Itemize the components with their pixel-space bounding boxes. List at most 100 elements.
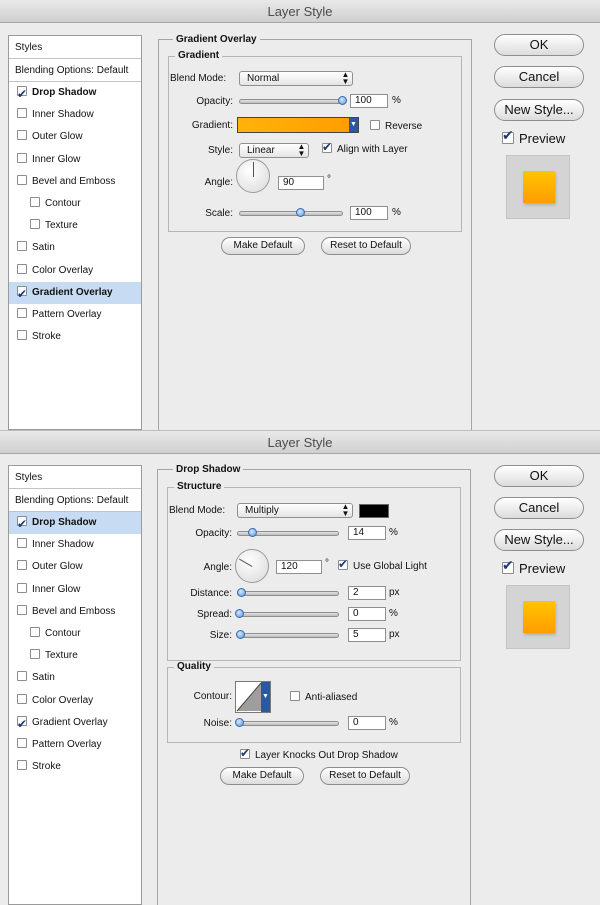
- pattern-overlay-checkbox[interactable]: [17, 307, 27, 318]
- size-slider[interactable]: [236, 630, 339, 639]
- style-item-stroke[interactable]: Stroke: [9, 756, 141, 778]
- color-overlay-checkbox[interactable]: [17, 693, 27, 704]
- style-item-drop-shadow[interactable]: Drop Shadow: [9, 512, 141, 535]
- use-global-light-option[interactable]: Use Global Light: [338, 557, 427, 572]
- reverse-option[interactable]: Reverse: [370, 120, 422, 132]
- blending-options-item[interactable]: Blending Options: Default: [9, 489, 141, 512]
- preview-checkbox[interactable]: [502, 558, 514, 574]
- stroke-checkbox[interactable]: [17, 760, 27, 771]
- style-item-color-overlay[interactable]: Color Overlay: [9, 690, 141, 712]
- opacity-input[interactable]: 14: [348, 526, 386, 540]
- pattern-overlay-checkbox[interactable]: [17, 737, 27, 748]
- gradient-picker[interactable]: ▼: [237, 117, 359, 133]
- anti-aliased-option[interactable]: Anti-aliased: [290, 691, 357, 703]
- drop-shadow-checkbox[interactable]: [17, 83, 27, 105]
- contour-checkbox[interactable]: [30, 196, 40, 207]
- blend-mode-select[interactable]: Normal ▲ ▼: [239, 71, 353, 86]
- stroke-checkbox[interactable]: [17, 330, 27, 341]
- style-item-satin[interactable]: Satin: [9, 237, 141, 259]
- reset-to-default-button[interactable]: Reset to Default: [321, 237, 411, 255]
- inner-glow-checkbox[interactable]: [17, 152, 27, 163]
- dropdown-arrow-icon[interactable]: ▼: [261, 682, 270, 712]
- spread-slider-knob[interactable]: [235, 609, 244, 618]
- angle-dial[interactable]: [235, 549, 269, 583]
- cancel-button[interactable]: Cancel: [494, 66, 584, 88]
- style-item-inner-shadow[interactable]: Inner Shadow: [9, 104, 141, 126]
- reset-to-default-button[interactable]: Reset to Default: [320, 767, 410, 785]
- preview-checkbox[interactable]: [502, 128, 514, 144]
- style-item-color-overlay[interactable]: Color Overlay: [9, 260, 141, 282]
- align-with-layer-checkbox[interactable]: [322, 140, 332, 154]
- bevel-emboss-checkbox[interactable]: [17, 604, 27, 615]
- style-item-contour[interactable]: Contour: [9, 623, 141, 645]
- style-item-contour[interactable]: Contour: [9, 193, 141, 215]
- gradient-style-select[interactable]: Linear ▲ ▼: [239, 143, 309, 158]
- inner-shadow-checkbox[interactable]: [17, 108, 27, 119]
- style-item-inner-glow[interactable]: Inner Glow: [9, 149, 141, 171]
- cancel-button[interactable]: Cancel: [494, 497, 584, 519]
- opacity-slider-knob[interactable]: [338, 96, 347, 105]
- reverse-checkbox[interactable]: [370, 120, 380, 130]
- style-item-bevel-emboss[interactable]: Bevel and Emboss: [9, 171, 141, 193]
- noise-slider[interactable]: [235, 718, 339, 727]
- style-item-gradient-overlay[interactable]: Gradient Overlay: [9, 712, 141, 735]
- distance-slider-knob[interactable]: [237, 588, 246, 597]
- gradient-overlay-checkbox[interactable]: [17, 713, 27, 735]
- satin-checkbox[interactable]: [17, 241, 27, 252]
- outer-glow-checkbox[interactable]: [17, 560, 27, 571]
- noise-slider-knob[interactable]: [235, 718, 244, 727]
- style-item-outer-glow[interactable]: Outer Glow: [9, 556, 141, 578]
- satin-checkbox[interactable]: [17, 671, 27, 682]
- style-item-satin[interactable]: Satin: [9, 667, 141, 689]
- style-item-bevel-emboss[interactable]: Bevel and Emboss: [9, 601, 141, 623]
- shadow-color-swatch[interactable]: [359, 504, 389, 518]
- scale-input[interactable]: 100: [350, 206, 388, 220]
- inner-shadow-checkbox[interactable]: [17, 538, 27, 549]
- texture-checkbox[interactable]: [30, 219, 40, 230]
- gradient-overlay-checkbox[interactable]: [17, 283, 27, 305]
- style-item-inner-shadow[interactable]: Inner Shadow: [9, 534, 141, 556]
- ok-button[interactable]: OK: [494, 465, 584, 487]
- contour-picker[interactable]: ▼: [235, 681, 271, 713]
- style-item-texture[interactable]: Texture: [9, 645, 141, 667]
- blend-mode-select[interactable]: Multiply ▲ ▼: [237, 503, 353, 518]
- layer-knocks-out-checkbox[interactable]: [240, 746, 250, 760]
- style-item-gradient-overlay[interactable]: Gradient Overlay: [9, 281, 141, 305]
- spread-input[interactable]: 0: [348, 607, 386, 621]
- texture-checkbox[interactable]: [30, 649, 40, 660]
- make-default-button[interactable]: Make Default: [221, 237, 305, 255]
- scale-slider[interactable]: [239, 208, 343, 217]
- opacity-slider-knob[interactable]: [248, 528, 257, 537]
- styles-header[interactable]: Styles: [9, 466, 141, 489]
- style-item-outer-glow[interactable]: Outer Glow: [9, 126, 141, 148]
- size-input[interactable]: 5: [348, 628, 386, 642]
- blending-options-item[interactable]: Blending Options: Default: [9, 59, 141, 82]
- opacity-slider[interactable]: [237, 528, 339, 537]
- drop-shadow-checkbox[interactable]: [17, 513, 27, 535]
- style-item-inner-glow[interactable]: Inner Glow: [9, 579, 141, 601]
- preview-option[interactable]: Preview: [502, 558, 565, 576]
- spread-slider[interactable]: [235, 609, 339, 618]
- new-style-button[interactable]: New Style...: [494, 99, 584, 121]
- inner-glow-checkbox[interactable]: [17, 582, 27, 593]
- styles-header[interactable]: Styles: [9, 36, 141, 59]
- noise-input[interactable]: 0: [348, 716, 386, 730]
- angle-input[interactable]: 120: [276, 560, 322, 574]
- bevel-emboss-checkbox[interactable]: [17, 174, 27, 185]
- contour-checkbox[interactable]: [30, 626, 40, 637]
- layer-knocks-out-option[interactable]: Layer Knocks Out Drop Shadow: [240, 746, 398, 761]
- angle-input[interactable]: 90: [278, 176, 324, 190]
- scale-slider-knob[interactable]: [296, 208, 305, 217]
- make-default-button[interactable]: Make Default: [220, 767, 304, 785]
- style-item-pattern-overlay[interactable]: Pattern Overlay: [9, 304, 141, 326]
- distance-slider[interactable]: [237, 588, 339, 597]
- angle-dial[interactable]: [236, 159, 270, 193]
- color-overlay-checkbox[interactable]: [17, 263, 27, 274]
- size-slider-knob[interactable]: [236, 630, 245, 639]
- opacity-input[interactable]: 100: [350, 94, 388, 108]
- new-style-button[interactable]: New Style...: [494, 529, 584, 551]
- dropdown-arrow-icon[interactable]: ▼: [349, 118, 358, 132]
- anti-aliased-checkbox[interactable]: [290, 691, 300, 701]
- distance-input[interactable]: 2: [348, 586, 386, 600]
- outer-glow-checkbox[interactable]: [17, 130, 27, 141]
